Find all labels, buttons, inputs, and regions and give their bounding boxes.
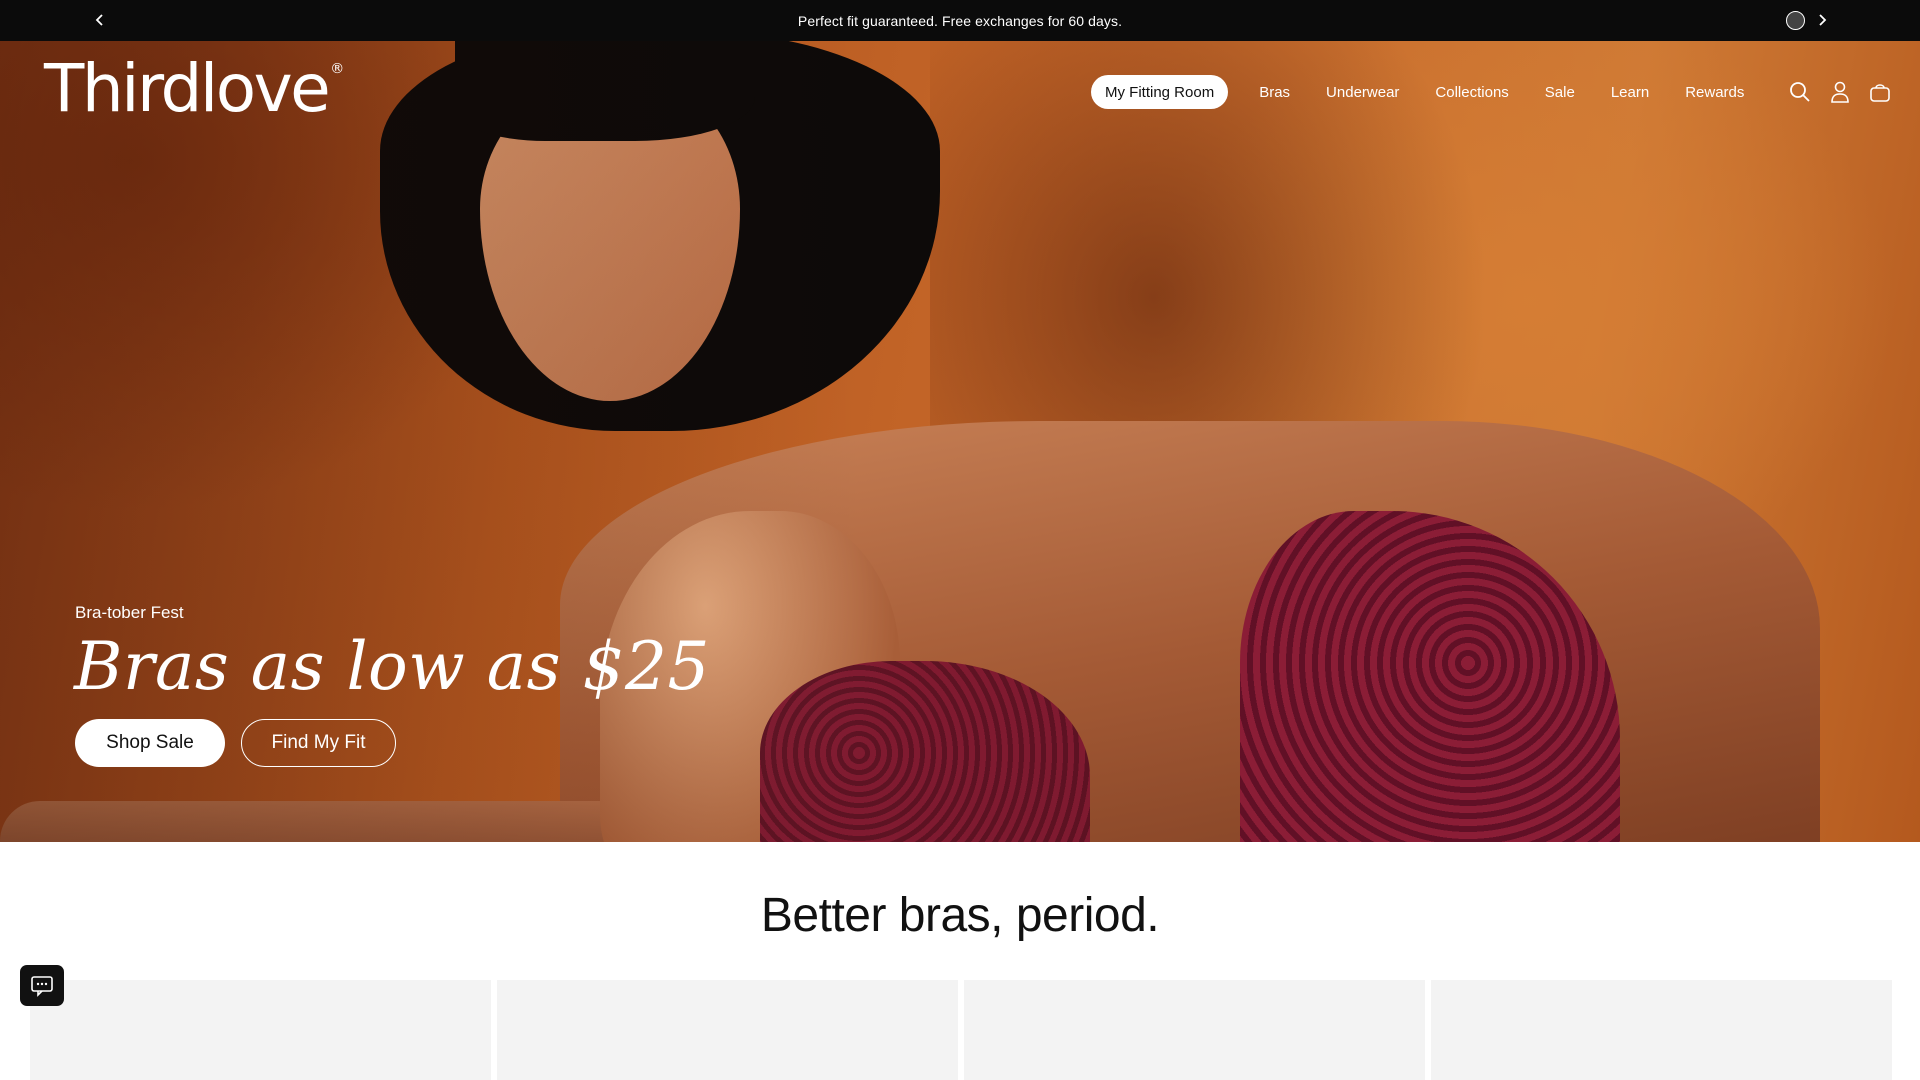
- shop-sale-button[interactable]: Shop Sale: [75, 719, 225, 767]
- nav-bras[interactable]: Bras: [1259, 84, 1290, 101]
- hero-eyebrow: Bra-tober Fest: [75, 603, 184, 622]
- cart-icon[interactable]: [1868, 80, 1892, 104]
- chat-icon[interactable]: [20, 965, 64, 1006]
- nav-rewards[interactable]: Rewards: [1685, 84, 1744, 101]
- find-my-fit-button[interactable]: Find My Fit: [241, 719, 396, 767]
- site-logo[interactable]: Thirdlove ®: [44, 56, 345, 122]
- product-card[interactable]: [30, 980, 491, 1080]
- product-card[interactable]: [497, 980, 958, 1080]
- product-card[interactable]: [1431, 980, 1892, 1080]
- section-title: Better bras, period.: [760, 889, 1160, 942]
- header-icons: [1788, 80, 1892, 104]
- product-card[interactable]: [964, 980, 1425, 1080]
- nav-learn[interactable]: Learn: [1611, 84, 1649, 101]
- product-card-row: [30, 980, 1892, 1080]
- pause-icon[interactable]: [1786, 11, 1805, 30]
- search-icon[interactable]: [1788, 80, 1812, 104]
- account-icon[interactable]: [1828, 80, 1852, 104]
- logo-registered-mark: ®: [330, 61, 345, 77]
- nav-underwear[interactable]: Underwear: [1326, 84, 1399, 101]
- hero-headline: Bras as low as $25: [74, 628, 710, 705]
- announcement-bar: Perfect fit guaranteed. Free exchanges f…: [0, 0, 1920, 41]
- chevron-right-icon[interactable]: [1812, 10, 1832, 30]
- announcement-text: Perfect fit guaranteed. Free exchanges f…: [797, 12, 1123, 29]
- nav-my-fitting-room[interactable]: My Fitting Room: [1091, 75, 1229, 109]
- nav-sale[interactable]: Sale: [1545, 84, 1575, 101]
- main-nav: My Fitting Room Bras Underwear Collectio…: [1091, 75, 1744, 109]
- chevron-left-icon[interactable]: [90, 10, 110, 30]
- nav-collections[interactable]: Collections: [1435, 84, 1508, 101]
- logo-text: Thirdlove: [44, 50, 331, 127]
